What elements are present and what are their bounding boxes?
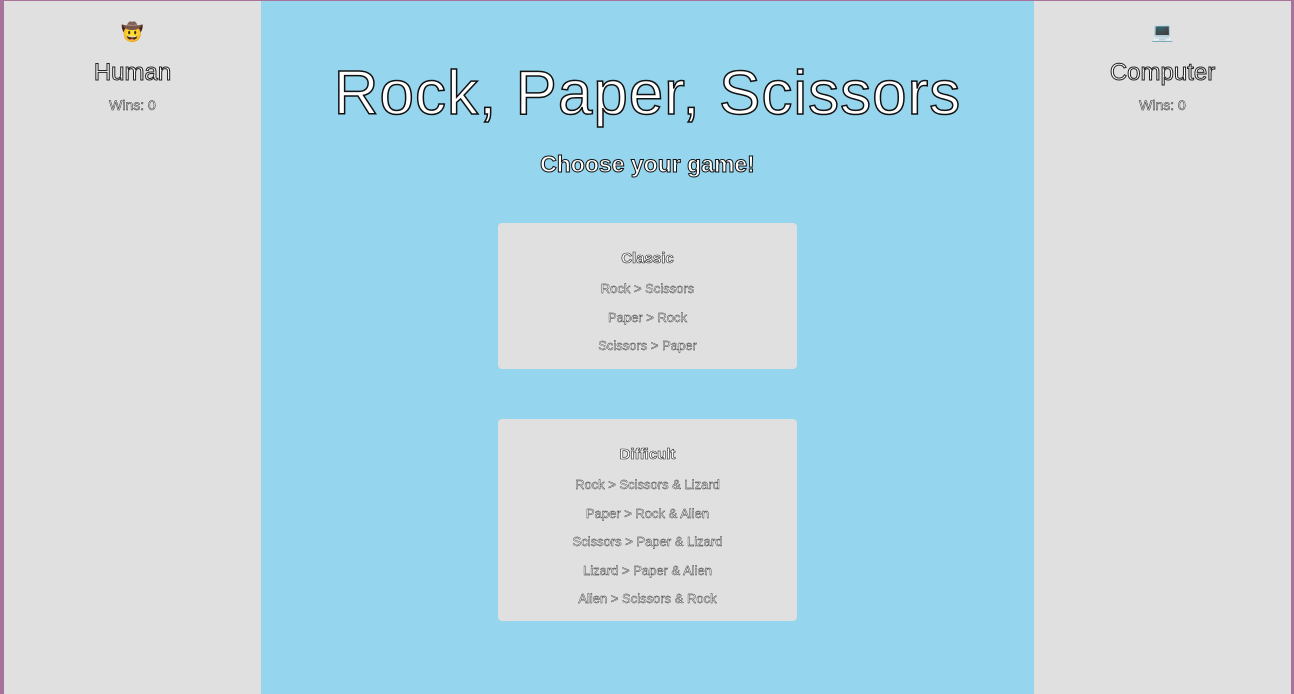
difficult-game-title: Difficult xyxy=(619,446,676,464)
human-name: Human xyxy=(93,59,172,87)
human-wins: Wins: 0 xyxy=(109,97,156,114)
classic-rule: Scissors > Paper xyxy=(598,338,697,353)
laptop-avatar-icon: 💻 xyxy=(1151,22,1174,42)
difficult-rule: Scissors > Paper & Lizard xyxy=(572,534,723,549)
classic-game-card[interactable]: Classic Rock > Scissors Paper > Rock Sci… xyxy=(498,223,797,369)
human-panel: 🤠 Human Wins: 0 xyxy=(4,1,261,694)
game-selection-area: Rock, Paper, Scissors Choose your game! … xyxy=(261,1,1034,694)
difficult-rule: Alien > Scissors & Rock xyxy=(578,591,717,606)
classic-game-title: Classic xyxy=(621,250,674,268)
computer-name: Computer xyxy=(1109,59,1216,87)
classic-rule: Paper > Rock xyxy=(607,309,688,325)
difficult-rule: Rock > Scissors & Lizard xyxy=(575,477,720,492)
difficult-rule: Lizard > Paper & Alien xyxy=(583,562,712,578)
classic-rule: Rock > Scissors xyxy=(600,281,695,296)
computer-wins: Wins: 0 xyxy=(1139,97,1186,114)
difficult-game-card[interactable]: Difficult Rock > Scissors & Lizard Paper… xyxy=(498,419,797,621)
app-frame: 🤠 Human Wins: 0 Rock, Paper, Scissors Ch… xyxy=(4,1,1291,694)
page-title: Rock, Paper, Scissors xyxy=(333,58,962,129)
computer-panel: 💻 Computer Wins: 0 xyxy=(1034,1,1291,694)
cowboy-avatar-icon: 🤠 xyxy=(121,22,144,42)
difficult-rule: Paper > Rock & Alien xyxy=(585,505,710,521)
page-subtitle: Choose your game! xyxy=(540,151,756,178)
